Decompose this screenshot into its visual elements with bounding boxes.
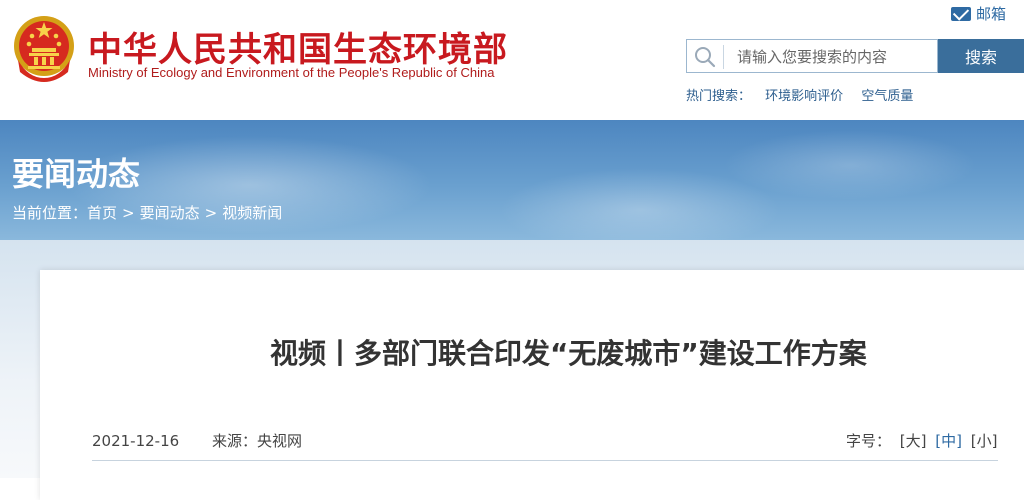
section-banner: 要闻动态 当前位置：首页 > 要闻动态 > 视频新闻 xyxy=(0,120,1024,240)
breadcrumb-separator: > xyxy=(204,204,218,222)
mail-link[interactable]: 邮箱 xyxy=(951,3,1006,24)
national-emblem-icon xyxy=(14,16,74,82)
section-title: 要闻动态 xyxy=(12,155,141,193)
breadcrumb-news[interactable]: 要闻动态 xyxy=(140,204,200,222)
search-button[interactable]: 搜索 xyxy=(938,39,1024,73)
font-size-control: 字号： [大] [中] [小] xyxy=(846,430,998,451)
article-date: 2021-12-16 xyxy=(92,432,180,450)
breadcrumb-home[interactable]: 首页 xyxy=(87,204,117,222)
search-icon[interactable] xyxy=(693,46,717,68)
hot-search-item[interactable]: 环境影响评价 xyxy=(765,89,843,104)
font-size-medium-button[interactable]: [中] xyxy=(935,432,962,450)
search-box xyxy=(686,39,938,73)
font-size-small-button[interactable]: [小] xyxy=(971,432,998,450)
hot-search-label: 热门搜索： xyxy=(686,89,752,104)
breadcrumb-prefix: 当前位置： xyxy=(12,204,88,222)
hot-search-item[interactable]: 空气质量 xyxy=(861,89,913,104)
article-card: 视频丨多部门联合印发“无废城市”建设工作方案 2021-12-16 来源：央视网… xyxy=(40,270,1024,500)
article-source: 来源：央视网 xyxy=(211,432,302,450)
font-size-large-button[interactable]: [大] xyxy=(900,432,927,450)
search-input[interactable] xyxy=(735,44,935,70)
hot-search: 热门搜索： 环境影响评价 空气质量 xyxy=(686,85,913,104)
site-subtitle: Ministry of Ecology and Environment of t… xyxy=(88,65,495,80)
meta-divider xyxy=(92,460,998,461)
mail-label: 邮箱 xyxy=(976,5,1007,23)
search-divider xyxy=(723,45,724,69)
breadcrumb: 当前位置：首页 > 要闻动态 > 视频新闻 xyxy=(12,202,282,223)
site-header: 中华人民共和国生态环境部 Ministry of Ecology and Env… xyxy=(0,0,1024,120)
site-title: 中华人民共和国生态环境部 xyxy=(88,30,508,70)
breadcrumb-video-news[interactable]: 视频新闻 xyxy=(222,204,282,222)
article-title: 视频丨多部门联合印发“无废城市”建设工作方案 xyxy=(270,337,867,370)
font-size-label: 字号： xyxy=(846,432,892,450)
breadcrumb-separator: > xyxy=(122,204,135,222)
article-meta: 2021-12-16 来源：央视网 xyxy=(92,430,302,451)
mail-icon xyxy=(951,6,971,21)
